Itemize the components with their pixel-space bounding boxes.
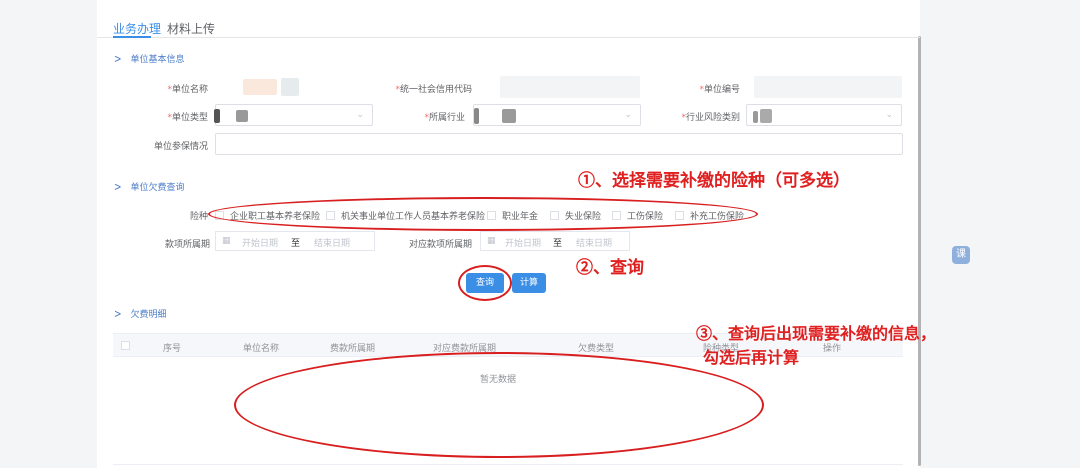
credit-code-field[interactable] (500, 76, 640, 98)
chevron-right-icon: > (114, 53, 122, 67)
credit-code-label: *统一社会信用代码 (395, 85, 472, 95)
annotation-step2: ②、查询 (576, 258, 644, 278)
chevron-down-icon: ⌄ (885, 110, 893, 120)
select-all-checkbox[interactable] (121, 341, 130, 350)
insured-status-field[interactable] (215, 133, 903, 155)
right-background (920, 0, 1080, 468)
unit-name-label: *单位名称 (167, 85, 208, 95)
tab-materials-upload[interactable]: 材料上传 (167, 20, 215, 37)
left-background (0, 0, 97, 468)
section-arrears-title: 单位欠费查询 (130, 183, 185, 193)
column-header: 单位名称 (243, 344, 280, 354)
unit-code-field[interactable] (754, 76, 902, 98)
corr-start-input[interactable]: 开始日期 (505, 236, 541, 249)
period-start-input[interactable]: 开始日期 (242, 236, 278, 249)
annotation-step3-line2: 勾选后再计算 (703, 348, 800, 367)
chevron-down-icon: ⌄ (356, 110, 364, 120)
industry-label: *所属行业 (424, 113, 465, 123)
risk-category-label: *行业风险类别 (681, 113, 740, 123)
calendar-icon: ▦ (487, 236, 496, 246)
vertical-scrollbar[interactable] (918, 36, 921, 466)
insurance-type-label: 险种 (189, 212, 208, 222)
chevron-down-icon: ⌄ (624, 110, 632, 120)
corr-end-input[interactable]: 结束日期 (576, 236, 612, 249)
tab-business[interactable]: 业务办理 (113, 20, 161, 37)
page: { "tabs": [ {"label": "业务办理", "active": … (0, 0, 1080, 468)
chevron-right-icon: > (114, 181, 122, 195)
section-basic-info[interactable]: > 单位基本信息 (114, 52, 185, 67)
section-detail-title: 欠费明细 (130, 310, 167, 320)
insured-status-label: 单位参保情况 (153, 142, 208, 152)
section-basic-info-title: 单位基本信息 (130, 55, 185, 65)
corr-period-label: 对应款项所属期 (408, 240, 472, 250)
section-arrears-detail[interactable]: > 欠费明细 (114, 307, 167, 322)
annotation-step3-line1: ③、查询后出现需要补缴的信息， (696, 324, 937, 343)
annotation-ellipse-insurance (208, 197, 758, 231)
calculate-button[interactable]: 计算 (512, 273, 546, 293)
period-label: 款项所属期 (164, 240, 210, 250)
unit-type-select[interactable]: ⌄ (214, 104, 373, 126)
tab-baseline (97, 37, 920, 38)
calendar-icon: ▦ (222, 236, 231, 246)
unit-code-label: *单位编号 (699, 85, 740, 95)
industry-select[interactable]: ⌄ (473, 104, 641, 126)
section-arrears-query[interactable]: > 单位欠费查询 (114, 180, 185, 195)
corr-period-sep: 至 (553, 239, 563, 249)
column-header: 序号 (163, 344, 182, 354)
annotation-ellipse-query (458, 265, 512, 301)
period-sep: 至 (291, 239, 301, 249)
column-header: 欠费类型 (578, 344, 615, 354)
chevron-right-icon: > (114, 308, 122, 322)
unit-type-label: *单位类型 (167, 113, 208, 123)
floating-course-button[interactable]: 课 (952, 246, 970, 264)
column-header: 费款所属期 (330, 344, 376, 354)
corr-period-date-range[interactable]: ▦ 开始日期 至 结束日期 (480, 231, 630, 251)
active-tab-indicator (113, 36, 151, 38)
annotation-ellipse-results (234, 352, 764, 458)
unit-name-field[interactable] (215, 76, 365, 98)
annotation-step1: ①、选择需要补缴的险种（可多选） (578, 171, 850, 191)
risk-category-select[interactable]: ⌄ (746, 104, 902, 126)
period-end-input[interactable]: 结束日期 (314, 236, 350, 249)
period-date-range[interactable]: ▦ 开始日期 至 结束日期 (215, 231, 375, 251)
